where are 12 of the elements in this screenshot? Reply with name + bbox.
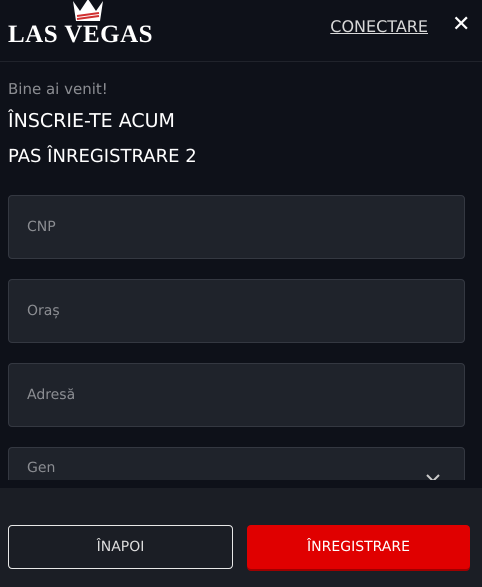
- input-field[interactable]: Oraș: [8, 279, 465, 343]
- back-button[interactable]: ÎNAPOI: [8, 525, 233, 569]
- input-field[interactable]: CNP: [8, 195, 465, 259]
- select-field[interactable]: Gen: [8, 447, 465, 480]
- greeting-text: Bine ai venit!: [8, 80, 109, 98]
- register-button[interactable]: ÎNREGISTRARE: [247, 525, 470, 569]
- signup-title: ÎNSCRIE-TE ACUM: [8, 110, 176, 132]
- step-title: PAS ÎNREGISTRARE 2: [8, 146, 198, 167]
- close-button[interactable]: ✕: [452, 10, 470, 36]
- input-field[interactable]: Adresă: [8, 363, 465, 427]
- login-link[interactable]: CONECTARE: [330, 17, 428, 36]
- logo[interactable]: LAS VEGAS: [8, 20, 154, 48]
